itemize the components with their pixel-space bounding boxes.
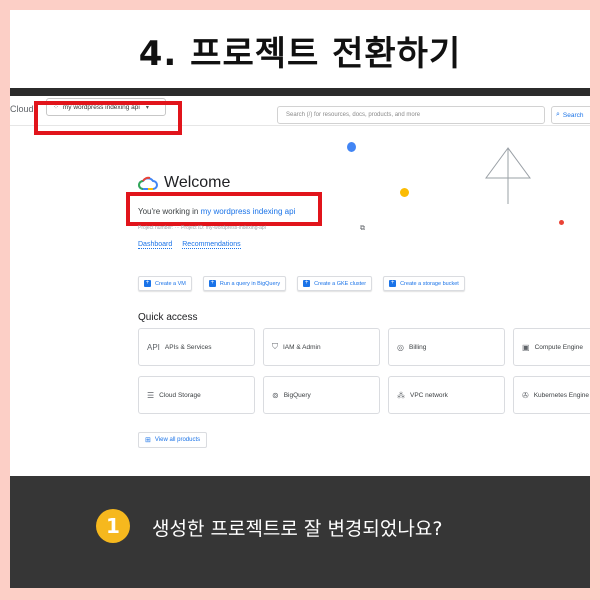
tile-bigquery[interactable]: ⊚ BigQuery	[263, 376, 380, 414]
create-storage-bucket-button[interactable]: + Create a storage bucket	[383, 276, 465, 291]
api-icon: API	[147, 342, 160, 352]
decor-yellow-dot	[400, 188, 409, 197]
tile-label: Kubernetes Engine	[533, 391, 589, 399]
vpc-network-icon: ⁂	[397, 390, 405, 400]
create-gke-cluster-button[interactable]: + Create a GKE cluster	[297, 276, 373, 291]
copy-icon[interactable]: ⧉	[360, 224, 365, 233]
run-bigquery-button[interactable]: + Run a query in BigQuery	[202, 276, 287, 291]
plus-icon: +	[208, 280, 216, 287]
tile-cloud-storage[interactable]: ☰ Cloud Storage	[138, 376, 255, 414]
view-all-products-button[interactable]: ⊞ View all products	[138, 432, 208, 448]
console-screenshot: Cloud ⁘ my wordpress indexing api ▾ Sear…	[10, 88, 590, 476]
bigquery-icon: ⊚	[272, 390, 279, 400]
plus-icon: +	[303, 280, 311, 287]
tile-apis-services[interactable]: API APIs & Services	[138, 328, 255, 366]
page-title: 4. 프로젝트 전환하기	[138, 34, 462, 74]
search-input[interactable]: Search (/) for resources, docs, products…	[277, 106, 545, 124]
grid-icon: ⊞	[145, 437, 151, 444]
project-info: Project number: ··· Project ID: my-wordp…	[138, 225, 266, 231]
paper-plane-icon	[485, 147, 531, 204]
storage-icon: ☰	[147, 390, 155, 400]
top-band	[10, 88, 590, 96]
tile-label: IAM & Admin	[283, 343, 321, 351]
tile-iam-admin[interactable]: ⛉ IAM & Admin	[263, 328, 380, 366]
action-label: Create a storage bucket	[400, 280, 459, 287]
tile-label: APIs & Services	[164, 343, 212, 351]
link-dashboard[interactable]: Dashboard	[138, 241, 173, 249]
tile-label: Compute Engine	[534, 343, 583, 351]
decor-blue-dot	[347, 142, 356, 152]
footer-question: 생성한 프로젝트로 잘 변경되었나요?	[152, 518, 443, 540]
highlight-box-current-project	[126, 192, 322, 226]
plus-icon: +	[389, 280, 397, 287]
step-number-badge: 1	[96, 509, 130, 543]
tile-label: VPC network	[410, 391, 448, 399]
tile-label: BigQuery	[283, 391, 311, 399]
footer-panel: 1 생성한 프로젝트로 잘 변경되었나요?	[10, 476, 590, 588]
create-vm-button[interactable]: + Create a VM	[138, 276, 192, 291]
search-button-label: Search	[562, 111, 584, 119]
highlight-box-project-selector	[34, 101, 182, 135]
tile-label: Billing	[408, 343, 427, 351]
quick-access-title: Quick access	[138, 312, 198, 323]
tile-kubernetes-engine[interactable]: ✇ Kubernetes Engine	[513, 376, 590, 414]
action-label: Create a VM	[155, 280, 186, 287]
action-label: Create a GKE cluster	[314, 280, 367, 287]
google-cloud-logo-icon	[138, 176, 158, 190]
tile-vpc-network[interactable]: ⁂ VPC network	[388, 376, 505, 414]
plus-icon: +	[144, 280, 151, 287]
compute-engine-icon: ▣	[522, 342, 530, 352]
console-header: Cloud ⁘ my wordpress indexing api ▾ Sear…	[10, 96, 590, 135]
decor-red-dot	[559, 220, 564, 225]
tile-label: Cloud Storage	[159, 391, 201, 399]
link-recommendations[interactable]: Recommendations	[182, 241, 241, 249]
action-buttons: + Create a VM + Run a query in BigQuery …	[138, 276, 465, 291]
search-icon: ⌕	[556, 111, 560, 118]
shield-icon: ⛉	[272, 342, 278, 351]
billing-icon: ◎	[397, 342, 404, 352]
tile-compute-engine[interactable]: ▣ Compute Engine	[513, 328, 590, 366]
search-button[interactable]: ⌕ Search	[551, 106, 590, 124]
kubernetes-icon: ✇	[522, 390, 529, 400]
view-all-label: View all products	[154, 437, 201, 443]
welcome-header: Welcome	[138, 174, 230, 192]
welcome-title: Welcome	[164, 174, 231, 191]
dashboard-links: Dashboard Recommendations	[138, 241, 241, 249]
action-label: Run a query in BigQuery	[219, 280, 281, 287]
tile-billing[interactable]: ◎ Billing	[388, 328, 505, 366]
brand-label: Cloud	[10, 104, 34, 114]
